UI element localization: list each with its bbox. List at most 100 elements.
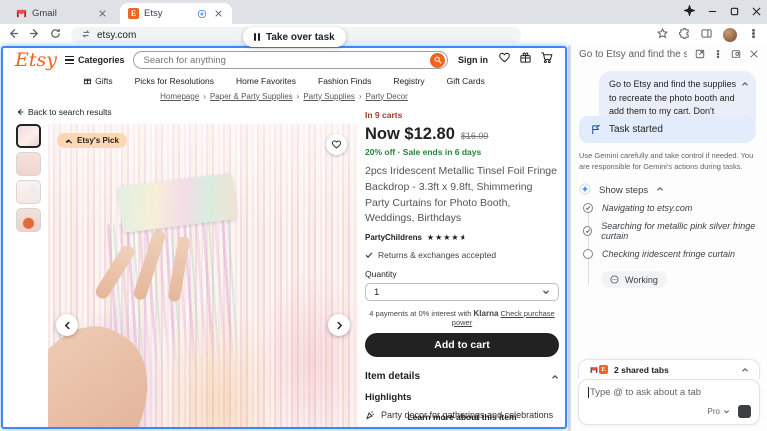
- breadcrumb-link[interactable]: Homepage: [160, 92, 199, 101]
- tab-close-icon[interactable]: [96, 8, 108, 20]
- back-icon[interactable]: [8, 26, 19, 44]
- profile-avatar[interactable]: [723, 28, 737, 42]
- learn-more-link[interactable]: Learn more about this item: [365, 412, 559, 422]
- thumbnail-4[interactable]: [16, 208, 41, 232]
- step-pending-icon: [583, 249, 593, 259]
- highlights-title: Highlights: [365, 392, 559, 403]
- shared-tabs-bar[interactable]: E 2 shared tabs: [578, 359, 760, 379]
- item-details-title: Item details: [365, 371, 420, 382]
- back-link-label: Back to search results: [28, 107, 112, 117]
- panel-kebab-icon[interactable]: [713, 49, 723, 59]
- gemini-sparkle-icon[interactable]: [684, 3, 695, 21]
- nav-item-gifts[interactable]: Gifts: [83, 76, 112, 86]
- tab-close-icon[interactable]: [212, 8, 224, 20]
- step-label: Checking iridescent fringe curtain: [602, 249, 735, 259]
- browser-content-area: Etsy Categories Sign in Gifts Picks for …: [0, 45, 568, 431]
- forward-icon[interactable]: [29, 26, 40, 44]
- product-main-image[interactable]: Etsy's Pick: [48, 124, 358, 429]
- take-over-task-label: Take over task: [266, 32, 335, 43]
- gifts-box-icon[interactable]: [519, 51, 532, 69]
- klarna-prefix: 4 payments at 0% interest with: [369, 309, 471, 318]
- stop-button[interactable]: [738, 405, 751, 418]
- extensions-icon[interactable]: [679, 26, 690, 44]
- task-steps: Navigating to etsy.com Searching for met…: [583, 203, 767, 289]
- etsy-logo[interactable]: Etsy: [15, 51, 57, 70]
- gemini-live-icon: [197, 9, 207, 19]
- minimize-icon[interactable]: [708, 3, 717, 21]
- star-rating[interactable]: ★★★★★★★★★★: [427, 234, 468, 242]
- nav-item-registry[interactable]: Registry: [393, 76, 424, 86]
- gemini-disclaimer: Use Gemini carefully and take control if…: [579, 150, 757, 173]
- back-to-results-link[interactable]: Back to search results: [16, 107, 112, 117]
- gavel-icon: [65, 137, 73, 145]
- search-input[interactable]: [144, 55, 430, 66]
- side-panel-icon[interactable]: [701, 26, 712, 44]
- in-carts-note: In 9 carts: [365, 110, 559, 120]
- categories-button[interactable]: Categories: [65, 55, 125, 65]
- menu-kebab-icon[interactable]: [748, 26, 759, 44]
- text-caret: [588, 387, 589, 398]
- quantity-select[interactable]: 1: [365, 283, 559, 301]
- favorites-heart-icon[interactable]: [498, 51, 511, 69]
- nav-label: Picks for Resolutions: [135, 76, 214, 86]
- tab-gmail[interactable]: Gmail: [8, 3, 116, 24]
- working-label: Working: [625, 275, 658, 285]
- model-selector[interactable]: Pro: [708, 407, 730, 416]
- panel-close-icon[interactable]: [749, 49, 759, 59]
- carousel-next-button[interactable]: [328, 314, 350, 336]
- collapse-chevron-icon[interactable]: [741, 79, 749, 93]
- etsy-favicon-icon: E: [128, 8, 139, 19]
- thumbnail-2[interactable]: [16, 152, 41, 176]
- step-item: Searching for metallic pink silver fring…: [583, 221, 767, 241]
- seller-name[interactable]: PartyChildrens: [365, 233, 422, 242]
- thumbnail-3[interactable]: [16, 180, 41, 204]
- take-over-task-button[interactable]: Take over task: [243, 27, 346, 47]
- tab-etsy[interactable]: E Etsy: [120, 3, 232, 24]
- bookmark-star-icon[interactable]: [657, 26, 668, 44]
- nav-item-fashion-finds[interactable]: Fashion Finds: [318, 76, 371, 86]
- close-window-icon[interactable]: [752, 3, 761, 21]
- etsy-search-bar[interactable]: [133, 51, 448, 69]
- nav-item-home-favorites[interactable]: Home Favorites: [236, 76, 296, 86]
- item-details-header[interactable]: Item details: [365, 371, 559, 382]
- step-done-icon: [583, 203, 593, 213]
- step-label: Navigating to etsy.com: [602, 203, 692, 213]
- nav-item-picks[interactable]: Picks for Resolutions: [135, 76, 214, 86]
- buy-column: In 9 carts Now $12.80 $16.00 20% off · S…: [365, 110, 559, 425]
- breadcrumb-link[interactable]: Party Decor: [366, 92, 408, 101]
- price-was: $16.00: [461, 131, 489, 141]
- nav-label: Fashion Finds: [318, 76, 371, 86]
- step-item: Navigating to etsy.com: [583, 203, 767, 213]
- window-controls: [684, 0, 761, 24]
- url-text: etsy.com: [97, 30, 136, 41]
- browser-window: Gmail E Etsy: [0, 0, 767, 431]
- cart-icon[interactable]: [540, 51, 553, 69]
- tab-title: Gmail: [32, 8, 91, 19]
- favorite-heart-button[interactable]: [326, 134, 347, 155]
- breadcrumb-separator: ›: [359, 92, 362, 101]
- thumbnail-1[interactable]: [16, 124, 41, 148]
- heart-icon: [331, 139, 342, 150]
- nav-item-gift-cards[interactable]: Gift Cards: [447, 76, 485, 86]
- chevron-left-icon: [63, 321, 72, 330]
- reload-icon[interactable]: [50, 26, 61, 44]
- open-in-window-icon[interactable]: [731, 49, 741, 59]
- carousel-prev-button[interactable]: [56, 314, 78, 336]
- search-icon[interactable]: [430, 53, 445, 68]
- show-steps-toggle[interactable]: Show steps: [579, 183, 664, 198]
- step-label: Searching for metallic pink silver fring…: [601, 221, 767, 241]
- check-icon: [365, 251, 373, 259]
- sign-in-link[interactable]: Sign in: [456, 55, 490, 65]
- maximize-icon[interactable]: [730, 3, 739, 21]
- add-to-cart-button[interactable]: Add to cart: [365, 333, 559, 357]
- task-status-label: Task started: [609, 124, 663, 135]
- breadcrumb-link[interactable]: Party Supplies: [303, 92, 355, 101]
- highlight-item: Materials: Mylar: [365, 427, 559, 429]
- chevron-right-icon: [335, 321, 344, 330]
- etsy-mini-icon: E: [599, 365, 608, 374]
- chat-input-box[interactable]: Type @ to ask about a tab Pro: [578, 379, 760, 425]
- breadcrumb-link[interactable]: Paper & Party Supplies: [210, 92, 293, 101]
- open-in-new-icon[interactable]: [695, 49, 705, 59]
- etsy-page: Etsy Categories Sign in Gifts Picks for …: [1, 46, 567, 429]
- returns-label: Returns & exchanges accepted: [378, 250, 496, 260]
